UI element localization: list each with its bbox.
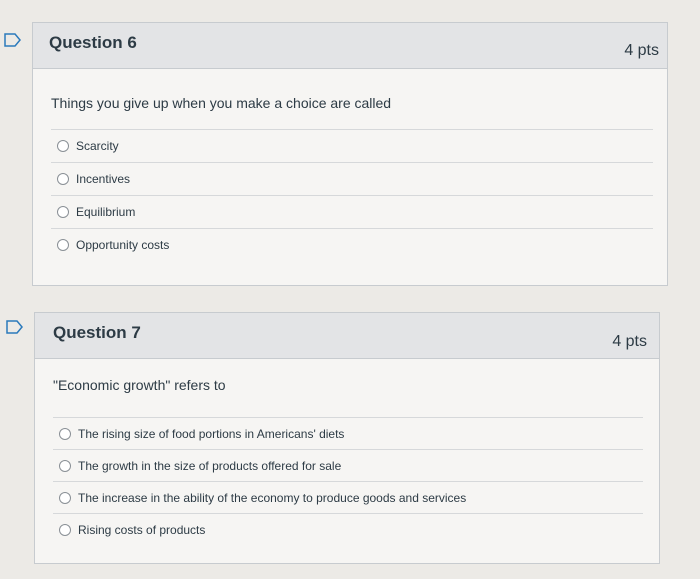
answer-label: The growth in the size of products offer… — [78, 458, 342, 473]
answer-list: The rising size of food portions in Amer… — [53, 417, 643, 545]
radio-button[interactable] — [59, 427, 71, 440]
answer-option[interactable]: Scarcity — [51, 129, 653, 162]
answer-option[interactable]: Incentives — [51, 162, 653, 195]
radio-button[interactable] — [59, 491, 71, 504]
answer-label: Scarcity — [76, 139, 119, 153]
question-header: Question 7 4 pts — [35, 313, 659, 359]
answer-option[interactable]: Equilibrium — [51, 195, 653, 228]
radio-button[interactable] — [59, 523, 71, 536]
answer-label: Opportunity costs — [76, 238, 170, 252]
answer-label: The increase in the ability of the econo… — [78, 490, 467, 505]
question-points: 4 pts — [612, 333, 647, 350]
radio-button[interactable] — [57, 239, 69, 251]
answer-label: The rising size of food portions in Amer… — [78, 426, 345, 441]
answer-label: Equilibrium — [76, 205, 136, 219]
radio-button[interactable] — [57, 140, 69, 152]
question-points: 4 pts — [624, 42, 659, 59]
question-card-7: Question 7 4 pts "Economic growth" refer… — [34, 312, 660, 564]
question-title: Question 7 — [53, 323, 141, 342]
question-title: Question 6 — [49, 33, 137, 52]
radio-button[interactable] — [57, 206, 69, 218]
radio-button[interactable] — [57, 173, 69, 185]
question-text: "Economic growth" refers to — [53, 377, 226, 393]
answer-option[interactable]: The growth in the size of products offer… — [53, 449, 643, 481]
bookmark-flag-icon[interactable] — [4, 33, 22, 47]
answer-label: Incentives — [76, 172, 131, 186]
question-text: Things you give up when you make a choic… — [51, 95, 392, 111]
question-header: Question 6 4 pts — [33, 23, 667, 69]
answer-label: Rising costs of products — [78, 522, 206, 537]
answer-option[interactable]: Rising costs of products — [53, 513, 643, 545]
answer-option[interactable]: The increase in the ability of the econo… — [53, 481, 643, 513]
radio-button[interactable] — [59, 459, 71, 472]
question-card-6: Question 6 4 pts Things you give up when… — [32, 22, 668, 286]
answer-list: Scarcity Incentives Equilibrium Opportun… — [51, 129, 653, 261]
answer-option[interactable]: The rising size of food portions in Amer… — [53, 417, 643, 449]
bookmark-flag-icon[interactable] — [6, 320, 24, 334]
answer-option[interactable]: Opportunity costs — [51, 228, 653, 261]
